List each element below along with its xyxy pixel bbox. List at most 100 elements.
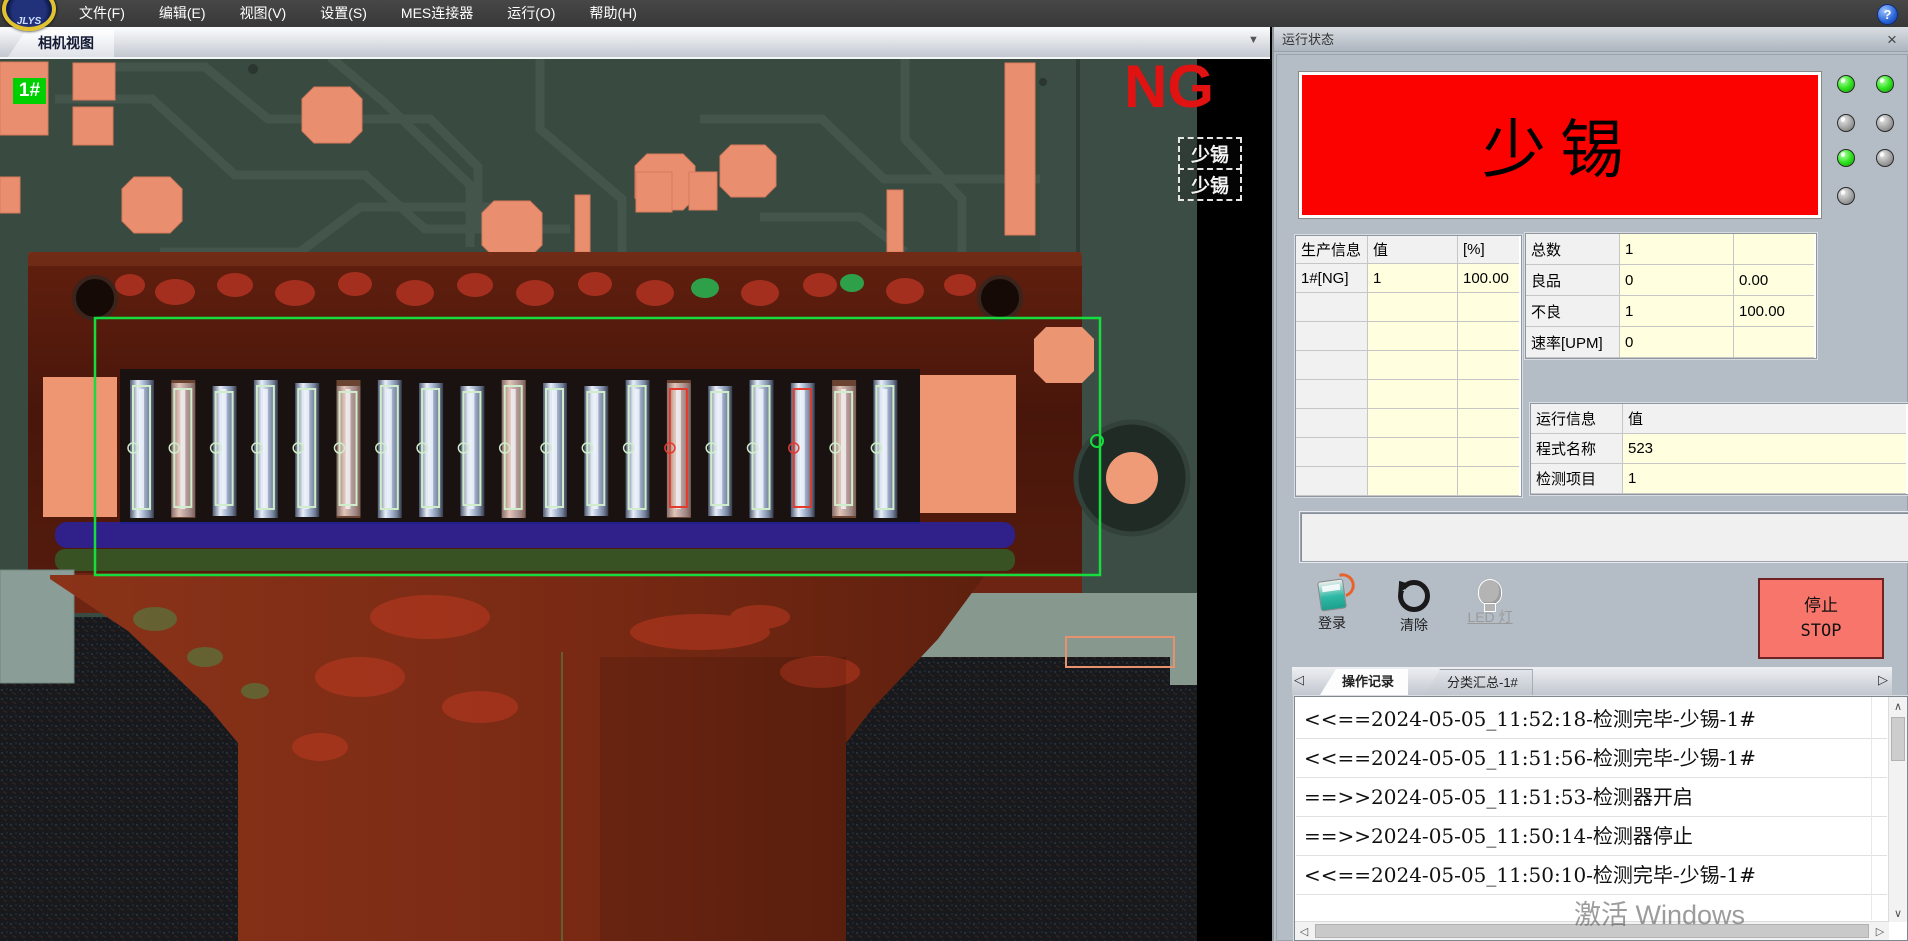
panel-title: 运行状态 — [1274, 27, 1908, 52]
menu-item[interactable]: 视图(V) — [223, 0, 304, 27]
table-cell — [1734, 234, 1814, 265]
pin-highlight — [882, 389, 887, 509]
pin-highlight — [841, 389, 846, 509]
table-cell: 1 — [1368, 264, 1458, 293]
led-glint-icon — [1879, 77, 1885, 83]
table-row — [1296, 409, 1521, 438]
table-cell — [1296, 293, 1368, 322]
chevron-down-icon[interactable]: ▼ — [1248, 34, 1259, 46]
run-info-table: 运行信息值程式名称523检测项目1 — [1530, 403, 1908, 495]
pin-highlight — [139, 389, 144, 509]
tab-camera-view[interactable]: 相机视图 — [8, 30, 114, 57]
login-button[interactable]: 登录 — [1304, 580, 1360, 644]
statistics-table: 总数1良品00.00不良1100.00速率[UPM]0 — [1525, 233, 1817, 359]
led-glint-icon — [1840, 77, 1846, 83]
stop-button-label-en: STOP — [1801, 619, 1842, 644]
close-icon[interactable]: × — [1882, 27, 1902, 52]
table-row: 总数1 — [1526, 234, 1816, 265]
table-cell: 1 — [1620, 296, 1734, 327]
application-window: JLYS 文件(F)编辑(E)视图(V)设置(S)MES连接器运行(O)帮助(H… — [0, 0, 1908, 941]
scroll-down-icon[interactable]: ∨ — [1889, 904, 1907, 922]
menu-item[interactable]: 运行(O) — [490, 0, 572, 27]
pin-highlight — [304, 389, 309, 509]
table-cell: 速率[UPM] — [1526, 327, 1620, 358]
table-cell: 总数 — [1526, 234, 1620, 265]
tab-scroll-right-icon[interactable]: ▷ — [1878, 672, 1888, 688]
table-row: 不良1100.00 — [1526, 296, 1816, 327]
table-cell — [1296, 467, 1368, 496]
menu-item[interactable]: 文件(F) — [62, 0, 142, 27]
menu-item[interactable]: 设置(S) — [303, 0, 384, 27]
log-entry: <<==2024-05-05_11:51:56-检测完毕-少锡-1# — [1296, 739, 1887, 778]
tab-scroll-left-icon[interactable]: ◁ — [1294, 672, 1304, 688]
pin-highlight — [428, 389, 433, 509]
scroll-left-icon[interactable]: ◁ — [1295, 922, 1313, 940]
log-entry: <<==2024-05-05_11:50:10-检测完毕-少锡-1# — [1296, 856, 1887, 895]
camera-index-badge: 1# — [13, 78, 46, 104]
tab-class-summary[interactable]: 分类汇总-1# — [1424, 669, 1533, 697]
led-glint-icon — [1879, 151, 1885, 157]
login-icon — [1317, 578, 1347, 611]
pin-highlight — [635, 389, 640, 509]
clear-icon — [1398, 580, 1430, 612]
table-row — [1296, 380, 1521, 409]
scroll-right-icon[interactable]: ▷ — [1871, 922, 1889, 940]
table-cell: 生产信息 — [1296, 236, 1368, 264]
clear-button[interactable]: 清除 — [1386, 580, 1442, 644]
led-indicator — [1837, 75, 1855, 93]
pin-highlight — [263, 389, 268, 509]
pin-highlight — [759, 389, 764, 509]
menu-item[interactable]: MES连接器 — [384, 0, 490, 27]
table-cell: 0 — [1620, 265, 1734, 296]
table-cell: 1 — [1620, 234, 1734, 265]
table-cell: 0 — [1620, 327, 1734, 358]
led-icon — [1479, 580, 1501, 604]
table-cell — [1368, 467, 1458, 496]
log-column-divider — [1871, 697, 1872, 920]
menu-bar: JLYS 文件(F)编辑(E)视图(V)设置(S)MES连接器运行(O)帮助(H… — [0, 0, 1908, 27]
inspection-result-label: NG — [1124, 57, 1214, 117]
vertical-scrollbar[interactable]: ∧ ∨ — [1888, 697, 1907, 922]
pin-highlight — [469, 389, 474, 509]
menu-item[interactable]: 帮助(H) — [572, 0, 653, 27]
table-cell — [1458, 351, 1519, 380]
table-cell — [1296, 380, 1368, 409]
table-cell — [1368, 380, 1458, 409]
clear-button-label: 清除 — [1400, 615, 1428, 635]
led-indicator — [1876, 149, 1894, 167]
log-list: <<==2024-05-05_11:52:18-检测完毕-少锡-1#<<==20… — [1296, 700, 1887, 920]
pin-highlight — [222, 389, 227, 509]
pin-highlight — [552, 389, 557, 509]
table-cell — [1296, 409, 1368, 438]
pin-highlight — [180, 389, 185, 509]
table-cell — [1734, 327, 1814, 358]
scroll-up-icon[interactable]: ∧ — [1889, 697, 1907, 715]
led-glint-icon — [1840, 151, 1846, 157]
stop-button[interactable]: 停止 STOP — [1758, 578, 1884, 659]
stop-button-label-cn: 停止 — [1804, 594, 1838, 619]
table-cell — [1458, 293, 1519, 322]
tab-operation-log[interactable]: 操作记录 — [1320, 669, 1408, 695]
app-logo-icon: JLYS — [2, 0, 56, 31]
horizontal-scrollbar[interactable]: ◁ ▷ — [1295, 921, 1889, 940]
table-row: 速率[UPM]0 — [1526, 327, 1816, 358]
table-cell — [1458, 409, 1519, 438]
table-row — [1296, 293, 1521, 322]
led-button: LED 灯 — [1462, 580, 1518, 644]
pin-highlight — [717, 389, 722, 509]
menu-item[interactable]: 编辑(E) — [142, 0, 223, 27]
horizontal-scroll-thumb[interactable] — [1315, 924, 1869, 938]
table-cell: 检测项目 — [1531, 464, 1623, 494]
table-cell: 值 — [1623, 404, 1906, 434]
vertical-scroll-thumb[interactable] — [1891, 717, 1905, 761]
pin-highlight — [676, 389, 681, 509]
table-cell — [1368, 293, 1458, 322]
help-icon[interactable]: ? — [1877, 4, 1898, 25]
table-row — [1296, 438, 1521, 467]
table-cell — [1368, 351, 1458, 380]
table-cell — [1458, 438, 1519, 467]
table-cell: 运行信息 — [1531, 404, 1623, 434]
log-tab-bar: ◁ 操作记录 分类汇总-1# ▷ — [1292, 667, 1892, 695]
led-indicator — [1837, 187, 1855, 205]
pin-highlight — [387, 389, 392, 509]
